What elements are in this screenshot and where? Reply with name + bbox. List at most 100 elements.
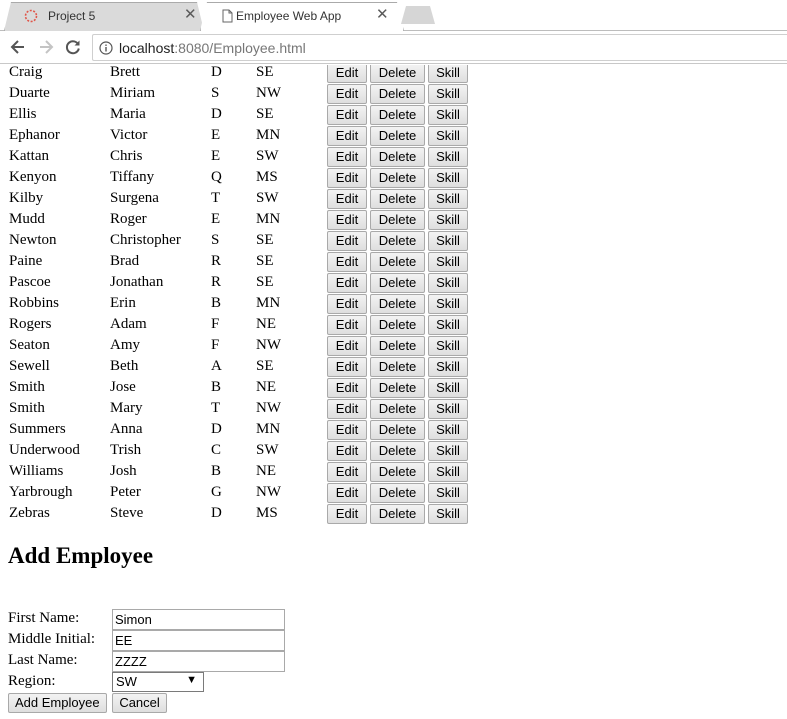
edit-button[interactable]: Edit [327, 104, 367, 125]
skill-button[interactable]: Skill [428, 188, 468, 209]
delete-button[interactable]: Delete [370, 83, 425, 104]
delete-button[interactable]: Delete [370, 188, 425, 209]
skill-button[interactable]: Skill [428, 293, 468, 314]
close-tab-icon[interactable]: ✕ [376, 7, 389, 22]
tab-employee-web-app[interactable]: Employee Web App ✕ [200, 2, 404, 31]
first-name-input[interactable] [112, 609, 285, 630]
back-arrow-icon[interactable] [8, 37, 28, 57]
delete-button[interactable]: Delete [370, 482, 425, 503]
edit-button[interactable]: Edit [327, 209, 367, 230]
new-tab-button[interactable] [401, 6, 435, 24]
skill-button[interactable]: Skill [428, 230, 468, 251]
edit-button[interactable]: Edit [327, 503, 367, 524]
edit-button[interactable]: Edit [327, 335, 367, 356]
delete-button[interactable]: Delete [370, 314, 425, 335]
edit-button[interactable]: Edit [327, 377, 367, 398]
skill-button[interactable]: Skill [428, 125, 468, 146]
row-actions: Edit Delete Skill [327, 104, 468, 125]
delete-button[interactable]: Delete [370, 146, 425, 167]
delete-button[interactable]: Delete [370, 251, 425, 272]
delete-button[interactable]: Delete [370, 461, 425, 482]
skill-button[interactable]: Skill [428, 251, 468, 272]
skill-button[interactable]: Skill [428, 377, 468, 398]
region-select[interactable]: SW ▼ [112, 672, 204, 692]
edit-button[interactable]: Edit [327, 125, 367, 146]
skill-button[interactable]: Skill [428, 104, 468, 125]
edit-button[interactable]: Edit [327, 251, 367, 272]
last-name-cell: Kilby [9, 190, 44, 206]
table-row: Ellis Maria D SE Edit Delete Skill [8, 104, 468, 125]
skill-button[interactable]: Skill [428, 209, 468, 230]
skill-button[interactable]: Skill [428, 335, 468, 356]
region-cell: MN [256, 211, 281, 227]
delete-button[interactable]: Delete [370, 377, 425, 398]
skill-button[interactable]: Skill [428, 356, 468, 377]
info-icon[interactable] [99, 41, 113, 55]
edit-button[interactable]: Edit [327, 188, 367, 209]
last-name-cell: Newton [9, 232, 57, 248]
edit-button[interactable]: Edit [327, 461, 367, 482]
middle-initial-cell: B [211, 463, 222, 479]
delete-button[interactable]: Delete [370, 65, 425, 83]
middle-initial-cell: S [211, 85, 220, 101]
skill-button[interactable]: Skill [428, 167, 468, 188]
delete-button[interactable]: Delete [370, 419, 425, 440]
skill-button[interactable]: Skill [428, 146, 468, 167]
region-cell: SW [256, 442, 279, 458]
tab-project-5[interactable]: Project 5 ✕ [4, 2, 204, 31]
delete-button[interactable]: Delete [370, 398, 425, 419]
last-name-input[interactable] [112, 651, 285, 672]
skill-button[interactable]: Skill [428, 440, 468, 461]
edit-button[interactable]: Edit [327, 356, 367, 377]
forward-arrow-icon[interactable] [36, 37, 56, 57]
region-cell: SE [256, 232, 274, 248]
edit-button[interactable]: Edit [327, 398, 367, 419]
reload-icon[interactable] [63, 37, 83, 57]
edit-button[interactable]: Edit [327, 146, 367, 167]
region-cell: MN [256, 127, 281, 143]
middle-initial-input[interactable] [112, 630, 285, 651]
table-row: Underwood Trish C SW Edit Delete Skill [8, 440, 468, 461]
edit-button[interactable]: Edit [327, 419, 367, 440]
row-actions: Edit Delete Skill [327, 209, 468, 230]
edit-button[interactable]: Edit [327, 230, 367, 251]
skill-button[interactable]: Skill [428, 503, 468, 524]
delete-button[interactable]: Delete [370, 356, 425, 377]
delete-button[interactable]: Delete [370, 125, 425, 146]
add-employee-button[interactable]: Add Employee [8, 693, 107, 713]
delete-button[interactable]: Delete [370, 335, 425, 356]
middle-initial-label: Middle Initial: [8, 631, 96, 647]
edit-button[interactable]: Edit [327, 440, 367, 461]
delete-button[interactable]: Delete [370, 167, 425, 188]
middle-initial-cell: D [211, 421, 222, 437]
delete-button[interactable]: Delete [370, 230, 425, 251]
address-bar[interactable]: localhost:8080/Employee.html [92, 34, 787, 61]
cancel-button[interactable]: Cancel [112, 693, 167, 713]
edit-button[interactable]: Edit [327, 167, 367, 188]
skill-button[interactable]: Skill [428, 398, 468, 419]
skill-button[interactable]: Skill [428, 65, 468, 83]
delete-button[interactable]: Delete [370, 104, 425, 125]
edit-button[interactable]: Edit [327, 65, 367, 83]
table-row: Craig Brett D SE Edit Delete Skill [8, 65, 468, 83]
last-name-cell: Summers [9, 421, 66, 437]
close-tab-icon[interactable]: ✕ [184, 7, 197, 22]
delete-button[interactable]: Delete [370, 293, 425, 314]
skill-button[interactable]: Skill [428, 83, 468, 104]
edit-button[interactable]: Edit [327, 482, 367, 503]
edit-button[interactable]: Edit [327, 272, 367, 293]
delete-button[interactable]: Delete [370, 272, 425, 293]
skill-button[interactable]: Skill [428, 419, 468, 440]
edit-button[interactable]: Edit [327, 314, 367, 335]
skill-button[interactable]: Skill [428, 314, 468, 335]
first-name-cell: Christopher [110, 232, 181, 248]
edit-button[interactable]: Edit [327, 293, 367, 314]
edit-button[interactable]: Edit [327, 83, 367, 104]
delete-button[interactable]: Delete [370, 440, 425, 461]
skill-button[interactable]: Skill [428, 461, 468, 482]
skill-button[interactable]: Skill [428, 482, 468, 503]
first-name-cell: Erin [110, 295, 136, 311]
delete-button[interactable]: Delete [370, 503, 425, 524]
delete-button[interactable]: Delete [370, 209, 425, 230]
skill-button[interactable]: Skill [428, 272, 468, 293]
